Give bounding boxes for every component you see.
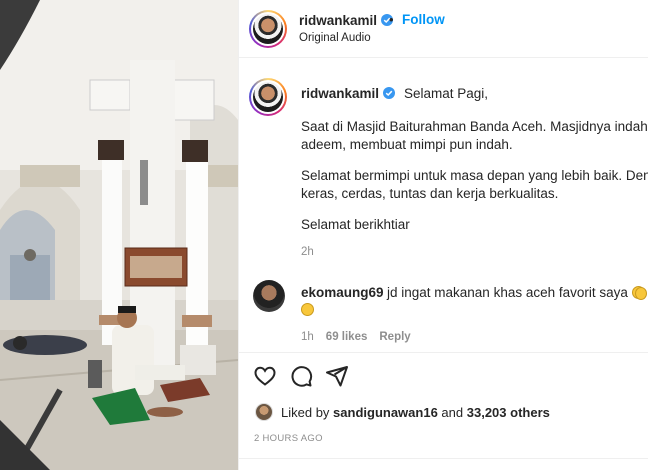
comment-time[interactable]: 1h — [301, 331, 314, 343]
caption-greeting: Selamat Pagi, — [404, 86, 489, 101]
caption-username-text[interactable]: ridwankamil — [301, 86, 379, 101]
share-icon[interactable] — [325, 364, 349, 388]
caption-paragraph-2-line-2: keras, cerdas, tuntas dan kerja berkuali… — [301, 186, 559, 201]
comment-text: jd ingat makanan khas aceh favorit saya — [387, 285, 645, 300]
likes-summary: Liked by sandigunawan16 and 33,203 other… — [281, 405, 550, 420]
caption-author-avatar[interactable] — [249, 78, 287, 116]
caption-paragraph-1-line-2: adeem, membuat mimpi pun indah. — [301, 137, 513, 152]
emoji-icon — [635, 287, 647, 300]
likes-others-link[interactable]: 33,203 others — [467, 405, 550, 420]
liker-avatar[interactable] — [255, 403, 273, 421]
audio-label[interactable]: Original Audio — [299, 32, 371, 44]
post-timestamp[interactable]: 2 HOURS AGO — [254, 433, 323, 444]
comment-likes[interactable]: 69 likes — [326, 331, 368, 343]
liker-username[interactable]: sandigunawan16 — [333, 405, 438, 420]
caption-paragraph-3: Selamat berikhtiar — [301, 217, 410, 232]
caption-timestamp[interactable]: 2h — [301, 246, 314, 258]
comment-meta: 1h 69 likes Reply — [301, 331, 411, 343]
author-username-text[interactable]: ridwankamil — [299, 13, 377, 28]
verified-badge-icon — [383, 87, 396, 99]
mosque-interior-image — [0, 0, 238, 470]
commenter-username[interactable]: ekomaung69 — [301, 285, 384, 300]
header-separator: • — [389, 12, 394, 27]
heart-icon[interactable] — [253, 364, 277, 388]
caption-paragraph-1-line-1: Saat di Masjid Baiturahman Banda Aceh. M… — [301, 119, 648, 134]
section-divider — [239, 458, 648, 459]
likes-and: and — [441, 405, 464, 420]
caption-paragraph-2-line-1: Selamat bermimpi untuk masa depan yang l… — [301, 168, 648, 183]
caption-username[interactable]: ridwankamil — [301, 86, 396, 101]
comment-reply-button[interactable]: Reply — [379, 331, 410, 343]
post-media-photo[interactable] — [0, 0, 238, 470]
section-divider — [239, 352, 648, 353]
author-username[interactable]: ridwankamil — [299, 13, 394, 28]
comment-icon[interactable] — [289, 364, 313, 388]
post-detail-panel: ridwankamil • Follow Original Audio ridw… — [238, 0, 648, 470]
author-avatar[interactable] — [249, 10, 287, 48]
follow-button[interactable]: Follow — [402, 12, 445, 27]
likes-prefix: Liked by — [281, 405, 330, 420]
commenter-avatar[interactable] — [253, 280, 285, 312]
post-header: ridwankamil • Follow Original Audio — [239, 0, 648, 58]
emoji-icon — [301, 303, 314, 316]
comment-text-content: jd ingat makanan khas aceh favorit saya — [387, 285, 628, 300]
